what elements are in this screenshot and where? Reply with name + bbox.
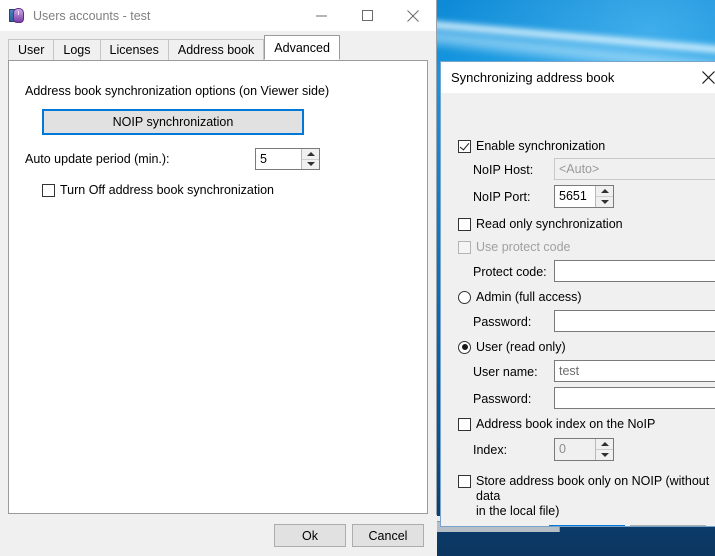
user-radio-label: User (read only) — [476, 340, 566, 354]
address-book-index-label: Address book index on the NoIP — [476, 417, 656, 431]
spinner-up-icon[interactable] — [596, 439, 613, 450]
use-protect-code-checkbox — [458, 241, 471, 254]
noip-host-label: NoIP Host: — [473, 163, 534, 177]
noip-port-spin-buttons[interactable] — [595, 186, 613, 207]
auto-update-period-spin-buttons[interactable] — [301, 149, 319, 169]
index-stepper[interactable]: 0 — [554, 438, 614, 461]
auto-update-period-stepper[interactable]: 5 — [255, 148, 320, 170]
auto-update-period-value: 5 — [260, 152, 267, 166]
noip-host-input[interactable]: <Auto> — [554, 158, 715, 180]
user-name-label: User name: — [473, 365, 538, 379]
admin-radio-button[interactable] — [458, 290, 471, 304]
protect-code-label: Protect code: — [473, 265, 547, 279]
noip-port-value: 5651 — [559, 189, 587, 203]
minimize-icon[interactable] — [298, 0, 344, 31]
user-password-input[interactable] — [554, 387, 715, 409]
dialog-title: Synchronizing address book — [451, 70, 615, 85]
main-cancel-button[interactable]: Cancel — [352, 524, 424, 547]
tab-advanced[interactable]: Advanced — [264, 35, 340, 60]
admin-password-input[interactable] — [554, 310, 715, 332]
noip-port-label: NoIP Port: — [473, 190, 531, 204]
app-icon-remote-control — [9, 7, 25, 24]
enable-synchronization-checkbox[interactable] — [458, 140, 471, 153]
tab-licenses[interactable]: Licenses — [99, 39, 169, 60]
address-book-index-checkbox[interactable] — [458, 418, 471, 431]
use-protect-code-label: Use protect code — [476, 240, 571, 254]
dialog-titlebar: Synchronizing address book — [441, 62, 715, 93]
user-radio-button[interactable] — [458, 340, 471, 354]
user-password-label: Password: — [473, 392, 532, 406]
enable-synchronization-label: Enable synchronization — [476, 139, 606, 153]
protect-code-input[interactable] — [554, 260, 715, 282]
admin-radio-label: Admin (full access) — [476, 290, 582, 304]
main-window-footer: Ok Cancel — [0, 515, 437, 556]
user-name-input[interactable]: test — [554, 360, 715, 382]
tab-user[interactable]: User — [8, 39, 55, 60]
section-label-address-book-sync: Address book synchronization options (on… — [25, 84, 330, 98]
store-only-noip-label-line1: Store address book only on NOIP (without… — [476, 474, 710, 503]
store-only-noip-row[interactable]: Store address book only on NOIP (without… — [458, 474, 715, 519]
main-window-titlebar: Users accounts - test — [0, 0, 436, 31]
spinner-down-icon[interactable] — [302, 159, 319, 169]
close-icon[interactable] — [686, 62, 715, 93]
synchronizing-address-book-dialog: Synchronizing address book Enable synchr… — [440, 61, 715, 527]
users-accounts-window: Users accounts - test User Logs Licenses… — [0, 0, 437, 556]
index-spin-buttons[interactable] — [595, 439, 613, 460]
maximize-icon[interactable] — [344, 0, 390, 31]
store-only-noip-label-line2: in the local file) — [476, 504, 560, 518]
noip-port-stepper[interactable]: 5651 — [554, 185, 614, 208]
close-icon[interactable] — [390, 0, 436, 31]
dialog-ok-button[interactable]: OK — [549, 525, 625, 526]
dialog-body: Enable synchronization NoIP Host: <Auto>… — [441, 93, 715, 526]
spinner-up-icon[interactable] — [596, 186, 613, 197]
address-book-index-row[interactable]: Address book index on the NoIP — [458, 417, 655, 432]
tab-logs[interactable]: Logs — [53, 39, 101, 60]
advanced-tab-panel: Address book synchronization options (on… — [8, 60, 428, 514]
main-tabstrip: User Logs Licenses Address book Advanced — [8, 35, 436, 60]
read-only-synchronization-label: Read only synchronization — [476, 217, 623, 231]
main-ok-button[interactable]: Ok — [274, 524, 346, 547]
store-only-noip-checkbox[interactable] — [458, 475, 471, 488]
turn-off-sync-checkbox-row[interactable]: Turn Off address book synchronization — [42, 183, 274, 198]
turn-off-sync-label: Turn Off address book synchronization — [60, 183, 275, 197]
caption-buttons — [298, 0, 436, 31]
index-value: 0 — [559, 442, 566, 456]
admin-password-label: Password: — [473, 315, 532, 329]
index-label: Index: — [473, 443, 508, 457]
spinner-down-icon[interactable] — [596, 197, 613, 207]
enable-synchronization-row[interactable]: Enable synchronization — [458, 139, 605, 154]
screen: Users accounts - test User Logs Licenses… — [0, 0, 715, 556]
spinner-down-icon[interactable] — [596, 450, 613, 460]
admin-radio-row[interactable]: Admin (full access) — [458, 290, 582, 304]
main-window-title: Users accounts - test — [33, 8, 151, 23]
store-only-noip-label: Store address book only on NOIP (without… — [476, 474, 715, 519]
tab-address-book[interactable]: Address book — [167, 39, 265, 60]
dialog-cancel-button[interactable]: Cancel — [630, 525, 706, 526]
user-radio-row[interactable]: User (read only) — [458, 340, 566, 354]
noip-synchronization-button[interactable]: NOIP synchronization — [42, 109, 304, 135]
use-protect-code-row: Use protect code — [458, 240, 571, 255]
turn-off-sync-checkbox[interactable] — [42, 184, 55, 197]
auto-update-period-label: Auto update period (min.): — [25, 152, 170, 166]
read-only-synchronization-checkbox[interactable] — [458, 218, 471, 231]
read-only-synchronization-row[interactable]: Read only synchronization — [458, 217, 623, 232]
spinner-up-icon[interactable] — [302, 149, 319, 160]
